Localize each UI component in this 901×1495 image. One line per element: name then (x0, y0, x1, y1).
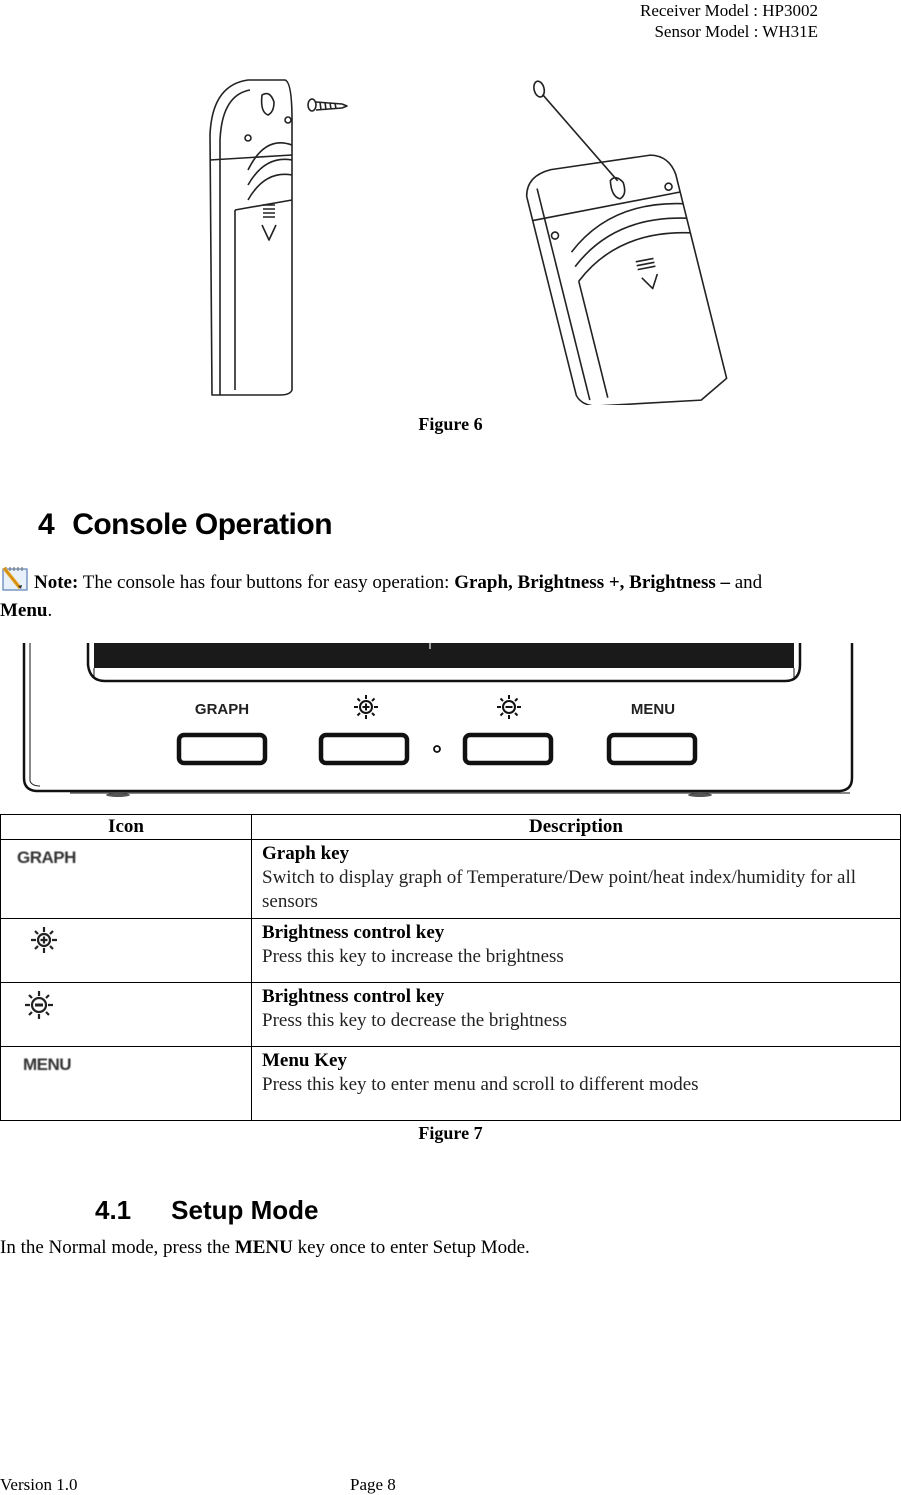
setup-menu-key: MENU (234, 1237, 293, 1258)
column-header-description: Description (251, 814, 901, 840)
subsection-heading: 4.1 Setup Mode (95, 1195, 319, 1226)
table-header-row: Icon Description (0, 814, 901, 840)
note-buttons: Graph, Brightness +, Brightness – (454, 572, 730, 593)
hanging-sensor (525, 80, 728, 405)
key-title: Graph key (262, 843, 350, 864)
status-led (433, 745, 441, 753)
sun-minus-icon (497, 695, 521, 719)
console-keys-table: Icon Description GRAPH Graph key Switch … (0, 814, 901, 1121)
key-description: Press this key to enter menu and scroll … (262, 1074, 699, 1095)
graph-text-icon: GRAPH (17, 848, 76, 867)
brightness-plus-icon (31, 927, 57, 953)
sensor-model: Sensor Model : WH31E (654, 22, 818, 41)
notepad-pencil-icon (2, 566, 28, 591)
setup-text-before: In the Normal mode, press the (0, 1237, 235, 1258)
figure-6-sensor-mounting-illustration (209, 79, 728, 405)
setup-text-after: key once to enter Setup Mode. (292, 1237, 530, 1258)
key-description: Switch to display graph of Temperature/D… (262, 867, 857, 912)
subsection-number: 4.1 (95, 1195, 132, 1225)
receiver-model: Receiver Model : HP3002 (640, 1, 818, 20)
section-heading: 4 Console Operation (38, 508, 333, 542)
brightness-plus-button (318, 695, 410, 766)
figure-7-caption: Figure 7 (418, 1123, 483, 1143)
footer-page-number: Page 8 (350, 1475, 396, 1494)
menu-button-label: MENU (631, 701, 675, 718)
menu-text-icon: MENU (23, 1055, 72, 1074)
brightness-minus-button (462, 695, 554, 766)
setup-mode-paragraph: In the Normal mode, press the MENU key o… (0, 1237, 530, 1259)
graph-button: GRAPH (176, 701, 268, 766)
section-number: 4 (38, 508, 55, 541)
footer-version: Version 1.0 (0, 1475, 78, 1494)
key-title: Brightness control key (262, 922, 445, 943)
note-label: Note: (34, 572, 79, 593)
screw (307, 98, 348, 112)
table-row: Brightness control key Press this key to… (0, 918, 901, 983)
section-title: Console Operation (72, 508, 333, 541)
console-buttons-illustration: GRAPH MENU (22, 643, 854, 797)
wall-mounted-sensor (209, 79, 293, 396)
table-row: MENU Menu Key Press this key to enter me… (0, 1046, 901, 1121)
key-title: Menu Key (262, 1050, 347, 1071)
graph-button-label: GRAPH (195, 701, 249, 718)
brightness-minus-icon (25, 991, 53, 1019)
key-title: Brightness control key (262, 986, 445, 1007)
page-header: Receiver Model : HP3002 Sensor Model : W… (640, 0, 818, 42)
console-screen (86, 643, 802, 683)
note-paragraph: Note: The console has four buttons for e… (0, 566, 901, 625)
note-and: and (730, 572, 763, 593)
figure-6-caption: Figure 6 (418, 414, 483, 434)
note-period: . (47, 600, 53, 621)
table-row: GRAPH Graph key Switch to display graph … (0, 839, 901, 919)
table-row: Brightness control key Press this key to… (0, 982, 901, 1047)
key-description: Press this key to increase the brightnes… (262, 946, 564, 967)
note-text: The console has four buttons for easy op… (78, 572, 455, 593)
key-description: Press this key to decrease the brightnes… (262, 1010, 567, 1031)
menu-button: MENU (606, 701, 698, 766)
subsection-title: Setup Mode (171, 1195, 319, 1225)
note-menu: Menu (0, 600, 48, 621)
column-header-icon: Icon (0, 814, 252, 840)
sun-plus-icon (354, 695, 378, 719)
